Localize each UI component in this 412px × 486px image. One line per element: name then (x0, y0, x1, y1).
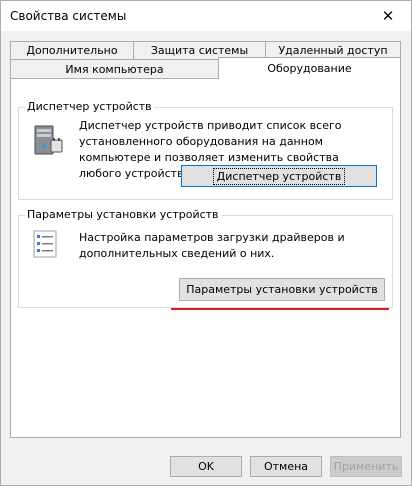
close-button[interactable]: ✕ (365, 1, 411, 31)
close-icon: ✕ (381, 7, 395, 25)
device-install-settings-button[interactable]: Параметры установки устройств (179, 278, 385, 301)
device-install-settings-group: Параметры установки устройств Настройка … (18, 208, 393, 308)
cancel-button[interactable]: Отмена (250, 456, 322, 477)
device-manager-group: Диспетчер устройств Диспетчер устройств … (18, 100, 393, 200)
hardware-tab-panel: Диспетчер устройств Диспетчер устройств … (10, 78, 401, 438)
window-title: Свойства системы (10, 9, 127, 23)
device-manager-button[interactable]: Диспетчер устройств (181, 165, 377, 187)
device-install-settings-description: Настройка параметров загрузки драйверов … (79, 231, 345, 260)
checklist-icon (33, 230, 57, 258)
device-install-settings-group-label: Параметры установки устройств (25, 208, 221, 221)
red-annotation-underline (171, 308, 389, 310)
tab-hardware[interactable]: Оборудование (218, 57, 401, 79)
apply-button[interactable]: Применить (330, 456, 402, 477)
device-manager-icon (34, 125, 63, 155)
device-manager-group-label: Диспетчер устройств (25, 100, 154, 113)
ok-button[interactable]: OK (170, 456, 242, 477)
system-properties-window: Свойства системы ✕ Дополнительно Защита … (0, 0, 412, 486)
title-bar: Свойства системы ✕ (1, 1, 411, 31)
tab-advanced[interactable]: Дополнительно (10, 41, 134, 59)
tab-computer-name[interactable]: Имя компьютера (10, 59, 219, 79)
